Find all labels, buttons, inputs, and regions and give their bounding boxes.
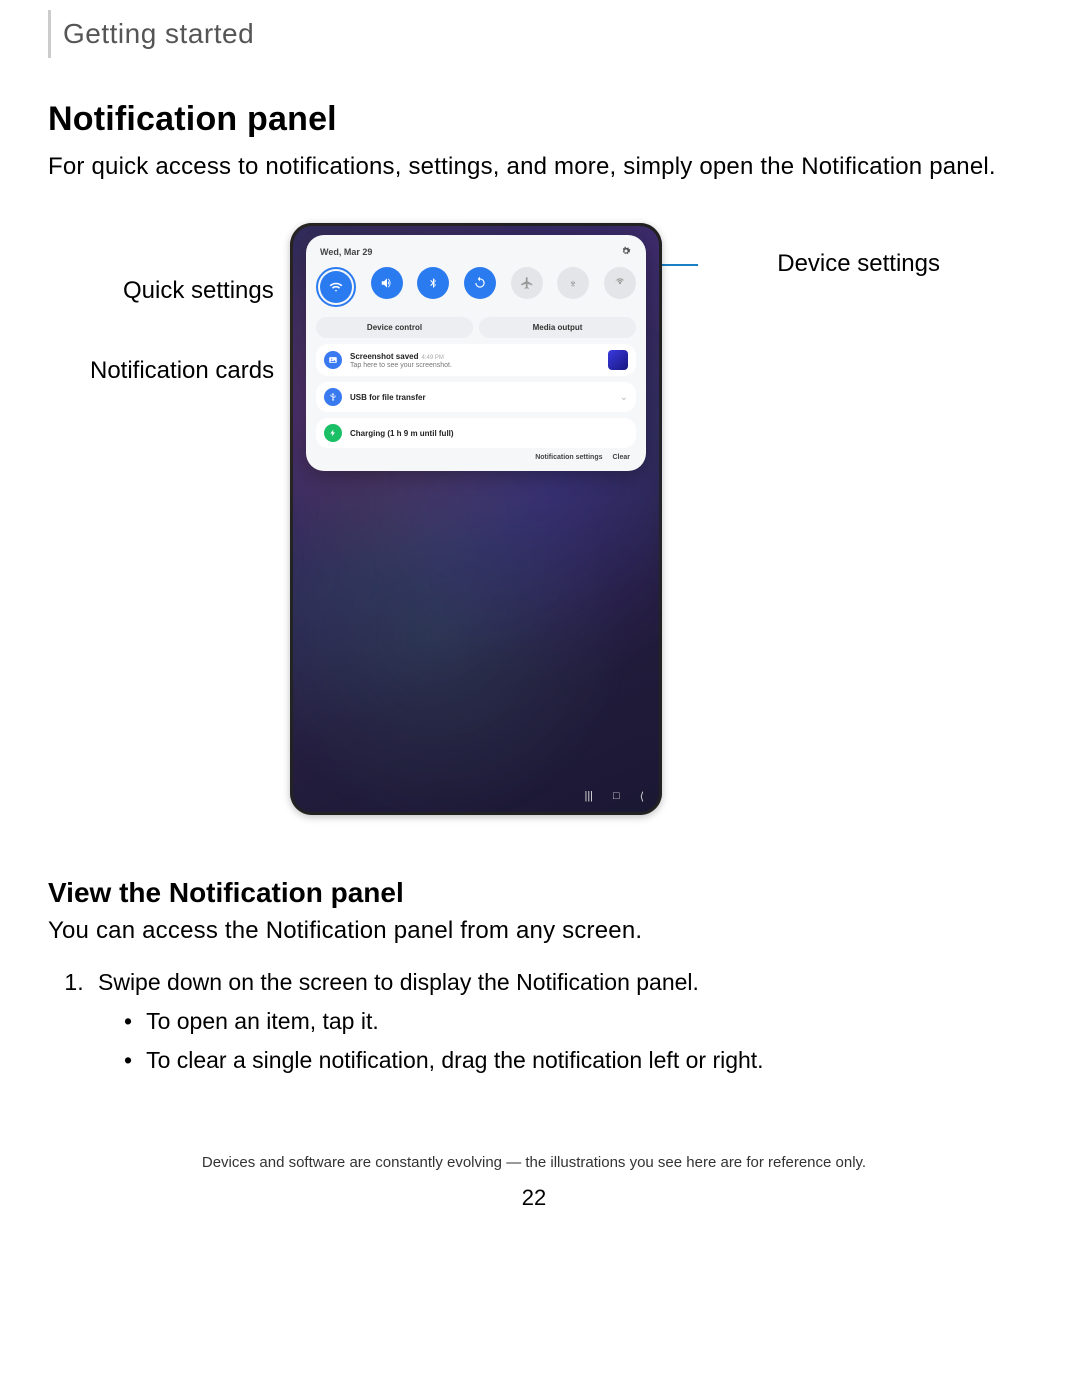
bullet-item: To open an item, tap it.: [116, 1008, 1020, 1035]
notif-time: 4:49 PM: [421, 355, 443, 361]
device-control-button[interactable]: Device control: [316, 317, 473, 338]
quick-settings-row: [316, 265, 636, 315]
gear-icon[interactable]: [620, 245, 632, 259]
panel-date: Wed, Mar 29: [320, 247, 372, 257]
image-icon: [324, 351, 342, 369]
chevron-down-icon: ⌄: [620, 392, 628, 403]
bullet-item: To clear a single notification, drag the…: [116, 1047, 1020, 1074]
clear-button[interactable]: Clear: [612, 454, 630, 461]
charge-icon: [324, 424, 342, 442]
back-icon[interactable]: ⟨: [640, 790, 644, 803]
airplane-icon[interactable]: [511, 267, 543, 299]
media-output-button[interactable]: Media output: [479, 317, 636, 338]
notif-title: USB for file transfer: [350, 393, 612, 402]
device-mockup: Wed, Mar 29: [290, 223, 662, 815]
usb-icon: [324, 388, 342, 406]
notification-card[interactable]: USB for file transfer ⌄: [316, 382, 636, 412]
sub-intro: You can access the Notification panel fr…: [48, 917, 1020, 945]
subheading: View the Notification panel: [48, 877, 1020, 909]
notification-settings-link[interactable]: Notification settings: [535, 454, 602, 461]
home-icon[interactable]: □: [613, 790, 620, 803]
android-navbar: ||| □ ⟨: [584, 790, 644, 803]
callout-quick-settings: Quick settings: [123, 277, 274, 305]
notif-title: Charging (1 h 9 m until full): [350, 429, 628, 438]
page-number: 22: [48, 1185, 1020, 1211]
callout-device-settings: Device settings: [777, 250, 940, 278]
download-icon[interactable]: [557, 267, 589, 299]
intro-text: For quick access to notifications, setti…: [48, 151, 1020, 183]
notification-card[interactable]: Charging (1 h 9 m until full): [316, 418, 636, 448]
rotate-icon[interactable]: [464, 267, 496, 299]
steps-list: Swipe down on the screen to display the …: [90, 969, 1020, 1074]
step-text: Swipe down on the screen to display the …: [98, 969, 699, 995]
illustration-figure: Quick settings Notification cards Device…: [48, 223, 1020, 843]
notif-title: Screenshot saved: [350, 352, 418, 361]
bluetooth-icon[interactable]: [417, 267, 449, 299]
wifi-icon[interactable]: [320, 271, 352, 303]
notification-panel: Wed, Mar 29: [306, 235, 646, 471]
callout-notification-cards: Notification cards: [90, 357, 274, 385]
step-item: Swipe down on the screen to display the …: [90, 969, 1020, 1074]
notif-subtitle: Tap here to see your screenshot.: [350, 362, 600, 369]
page-title: Notification panel: [48, 100, 1020, 139]
sound-icon[interactable]: [371, 267, 403, 299]
notification-card[interactable]: Screenshot saved4:49 PM Tap here to see …: [316, 344, 636, 376]
screenshot-thumb: [608, 350, 628, 370]
footnote: Devices and software are constantly evol…: [48, 1154, 1020, 1171]
recents-icon[interactable]: |||: [584, 790, 593, 803]
hotspot-icon[interactable]: [604, 267, 636, 299]
breadcrumb: Getting started: [48, 10, 1020, 58]
